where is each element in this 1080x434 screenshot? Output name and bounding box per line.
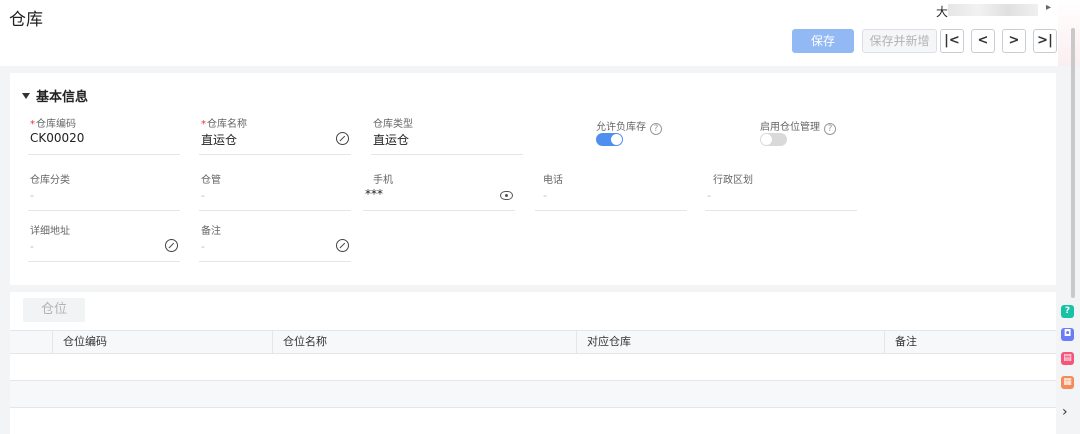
placeholder: -: [30, 240, 34, 253]
save-and-new-button[interactable]: 保存并新增: [862, 29, 937, 53]
caret-down-icon: [22, 93, 30, 99]
field-label: 启用仓位管理?: [760, 122, 836, 135]
location-management-toggle[interactable]: [760, 133, 787, 146]
warehouse-type-value: 直运仓: [373, 133, 410, 147]
mobile-field[interactable]: 手机 ***: [363, 171, 515, 211]
user-menu[interactable]: 大 ▸: [926, 0, 1058, 20]
field-label: 详细地址: [30, 226, 70, 237]
field-label: 电话: [543, 175, 563, 186]
column-header[interactable]: 对应仓库: [576, 331, 884, 353]
warehouse-type-field[interactable]: 仓库类型 直运仓: [371, 115, 523, 155]
prev-record-button[interactable]: <: [971, 29, 995, 53]
background-decoration: [1058, 0, 1080, 66]
field-label: 备注: [201, 226, 221, 237]
remark-field[interactable]: 备注 -: [199, 222, 351, 262]
field-label: 允许负库存?: [596, 122, 662, 135]
eye-icon[interactable]: [500, 191, 513, 200]
help-icon[interactable]: ?: [1061, 305, 1074, 318]
allow-negative-stock-field: 允许负库存?: [596, 115, 662, 146]
field-label: 仓库类型: [373, 119, 413, 130]
field-label: 仓库分类: [30, 175, 70, 186]
tab-locations[interactable]: 仓位: [23, 298, 85, 322]
field-label: 仓管: [201, 175, 221, 186]
placeholder: -: [201, 240, 205, 253]
first-record-button[interactable]: |<: [940, 29, 964, 53]
table-row[interactable]: [10, 381, 1056, 408]
location-management-field: 启用仓位管理?: [760, 115, 836, 146]
field-label: 行政区划: [713, 175, 753, 186]
label-text: 启用仓位管理: [760, 122, 820, 133]
phone-field[interactable]: 电话 -: [535, 171, 687, 211]
toggle-knob: [611, 134, 622, 145]
user-name-redacted: [948, 4, 1038, 16]
warehouse-code-value: CK00020: [30, 131, 85, 145]
gift-icon[interactable]: ▦: [1061, 376, 1074, 389]
column-header[interactable]: 备注: [884, 331, 1056, 353]
section-title: 基本信息: [36, 90, 89, 105]
field-label: 手机: [373, 175, 393, 186]
field-label: *仓库名称: [201, 115, 247, 130]
section-toggle-basic-info[interactable]: 基本信息: [22, 86, 88, 105]
mobile-value: ***: [365, 187, 383, 201]
label-text: 允许负库存: [596, 122, 646, 133]
label-text: 仓库名称: [207, 119, 247, 130]
lookup-icon[interactable]: [165, 239, 178, 252]
address-field[interactable]: 详细地址 -: [28, 222, 180, 262]
column-header[interactable]: 仓位名称: [272, 331, 576, 353]
table-row[interactable]: [10, 354, 1056, 381]
lookup-icon[interactable]: [336, 239, 349, 252]
basic-info-card: 基本信息 *仓库编码 CK00020 *仓库名称 直运仓 仓库类型 直运仓 允许…: [10, 73, 1056, 285]
keeper-field[interactable]: 仓管 -: [199, 171, 351, 211]
page-title: 仓库: [9, 10, 43, 30]
lookup-icon[interactable]: [336, 132, 349, 145]
locations-card: 仓位 仓位编码 仓位名称 对应仓库 备注: [10, 292, 1056, 434]
required-mark: *: [30, 119, 35, 130]
next-record-button[interactable]: >: [1002, 29, 1026, 53]
note-icon[interactable]: ▤: [1061, 352, 1074, 365]
chevron-right-icon[interactable]: ›: [1062, 404, 1068, 420]
warehouse-category-field[interactable]: 仓库分类 -: [28, 171, 180, 211]
menu-arrow-icon[interactable]: ▸: [1046, 2, 1051, 13]
placeholder: -: [543, 189, 547, 202]
warehouse-code-field[interactable]: *仓库编码 CK00020: [28, 115, 180, 155]
column-header[interactable]: 仓位编码: [52, 331, 272, 353]
save-button[interactable]: 保存: [792, 29, 854, 53]
label-text: 仓库编码: [36, 119, 76, 130]
required-mark: *: [201, 119, 206, 130]
last-record-button[interactable]: >|: [1033, 29, 1057, 53]
locations-table-header: 仓位编码 仓位名称 对应仓库 备注: [10, 330, 1056, 354]
placeholder: -: [30, 189, 34, 202]
page-header: 仓库 大 ▸ 保存 保存并新增 |< < > >|: [0, 0, 1058, 66]
scrollbar[interactable]: [1071, 28, 1075, 298]
table-row[interactable]: [10, 408, 1056, 434]
region-field[interactable]: 行政区划 -: [705, 171, 857, 211]
help-icon[interactable]: ?: [824, 123, 836, 135]
chat-icon[interactable]: ◘: [1061, 328, 1074, 341]
user-name: 大: [936, 5, 949, 19]
help-icon[interactable]: ?: [650, 123, 662, 135]
warehouse-name-field[interactable]: *仓库名称 直运仓: [199, 115, 351, 155]
toggle-knob: [761, 134, 772, 145]
allow-negative-stock-toggle[interactable]: [596, 133, 623, 146]
field-label: *仓库编码: [30, 115, 76, 130]
warehouse-name-value: 直运仓: [201, 133, 238, 147]
placeholder: -: [201, 189, 205, 202]
placeholder: -: [707, 189, 711, 202]
